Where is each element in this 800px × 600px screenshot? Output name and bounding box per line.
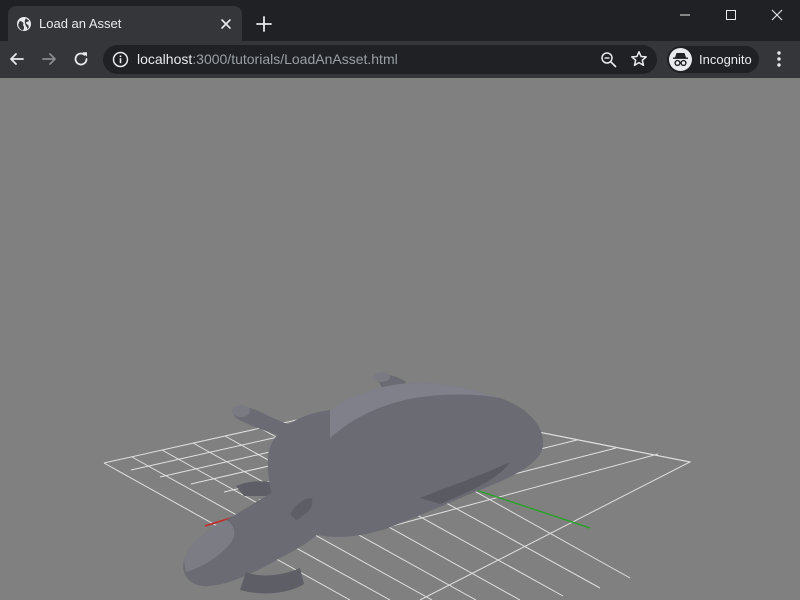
- browser-window: Load an Asset localhost:3000/tutorials/L…: [0, 0, 800, 600]
- minimize-icon: [680, 14, 690, 16]
- url-host: localhost: [137, 51, 193, 67]
- cow-model: [183, 372, 544, 594]
- close-window-icon: [771, 9, 783, 21]
- url-text[interactable]: localhost:3000/tutorials/LoadAnAsset.htm…: [137, 51, 398, 67]
- tab-load-an-asset[interactable]: Load an Asset: [8, 6, 242, 41]
- url-path: :3000/tutorials/LoadAnAsset.html: [192, 51, 398, 67]
- arrow-left-icon[interactable]: [7, 49, 27, 69]
- tab-title: Load an Asset: [39, 16, 122, 31]
- close-icon[interactable]: [218, 16, 234, 32]
- incognito-label: Incognito: [699, 52, 752, 67]
- browser-toolbar: localhost:3000/tutorials/LoadAnAsset.htm…: [0, 41, 800, 78]
- star-icon[interactable]: [630, 50, 648, 68]
- reload-icon[interactable]: [71, 49, 91, 69]
- zoom-out-icon[interactable]: [600, 51, 617, 68]
- incognito-icon: [669, 48, 692, 71]
- webgl-canvas[interactable]: [0, 78, 800, 600]
- scene-render: [103, 372, 692, 600]
- plus-icon[interactable]: [254, 14, 274, 34]
- incognito-profile-button[interactable]: Incognito: [667, 46, 759, 73]
- close-window-button[interactable]: [754, 0, 800, 30]
- tab-strip: Load an Asset: [0, 0, 800, 41]
- globe-icon: [17, 17, 31, 31]
- kebab-menu-icon[interactable]: [770, 49, 788, 69]
- minimize-button[interactable]: [662, 0, 708, 30]
- arrow-right-icon[interactable]: [39, 49, 59, 69]
- address-bar[interactable]: localhost:3000/tutorials/LoadAnAsset.htm…: [103, 45, 657, 74]
- maximize-button[interactable]: [708, 0, 754, 30]
- info-icon[interactable]: [112, 51, 129, 68]
- maximize-icon: [726, 10, 736, 20]
